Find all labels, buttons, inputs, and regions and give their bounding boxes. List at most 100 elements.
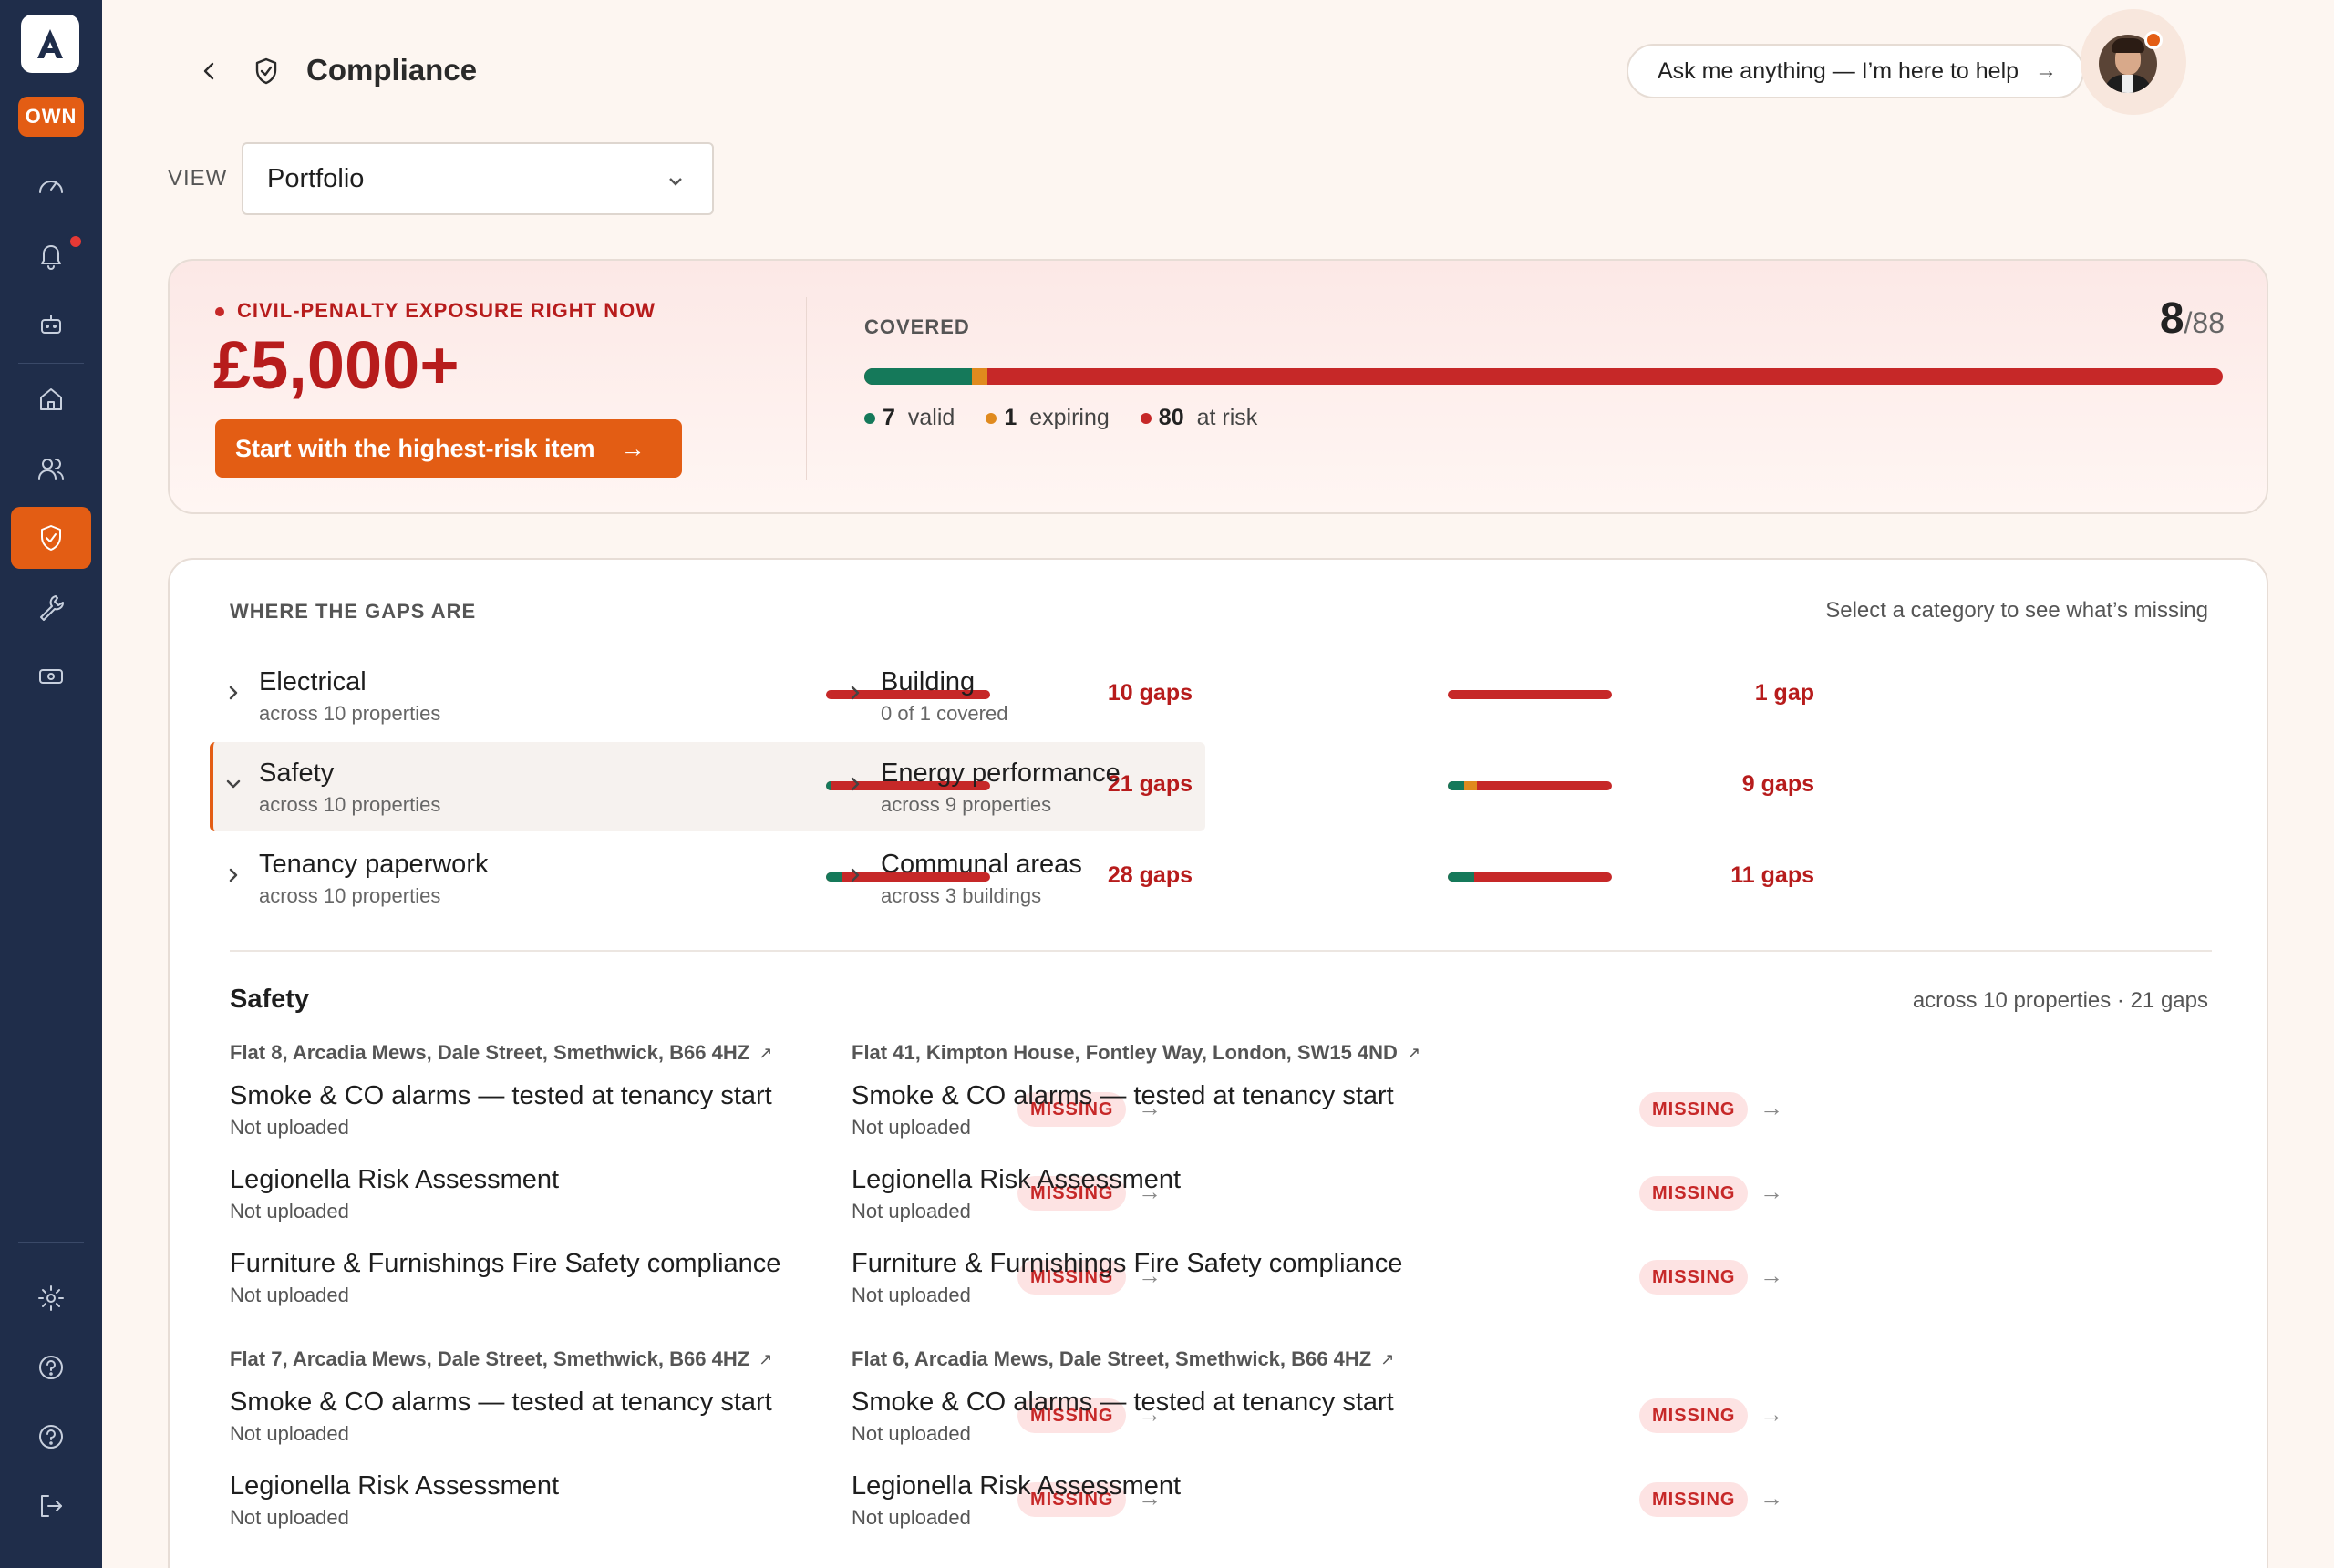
arrow-right-icon[interactable]: →	[1760, 1178, 1783, 1206]
back-button[interactable]	[193, 55, 226, 88]
notification-dot	[67, 233, 84, 250]
home-icon	[40, 388, 62, 410]
app-logo[interactable]	[21, 15, 79, 73]
chevron-right-icon	[846, 866, 864, 889]
category-sub: across 10 properties	[259, 884, 441, 907]
highest-risk-button[interactable]: Start with the highest-risk item →	[215, 419, 682, 478]
requirement-row[interactable]: Legionella Risk Assessment Not uploaded MI…	[852, 1457, 1791, 1541]
ask-placeholder: Ask me anything — I’m here to help	[1658, 57, 2019, 84]
requirement-name: Smoke & CO alarms — tested at tenancy st…	[230, 1081, 772, 1110]
category-sub: across 9 properties	[881, 793, 1052, 816]
nav-dashboard[interactable]	[11, 155, 91, 217]
category-bar-expiring	[1464, 781, 1478, 790]
property-address-link[interactable]: Flat 6, Arcadia Mews, Dale Street, Smeth…	[852, 1346, 1791, 1373]
requirement-status: Not uploaded	[230, 1284, 349, 1306]
category-name: Energy performance	[881, 758, 1121, 788]
covered-label: COVERED	[864, 315, 970, 338]
gaps-heading: WHERE THE GAPS ARE	[230, 600, 477, 623]
missing-badge: MISSING	[1639, 1176, 1749, 1211]
chevron-right-icon	[846, 684, 864, 707]
view-select[interactable]: Portfolio	[242, 142, 714, 215]
requirement-status: Not uploaded	[852, 1422, 971, 1445]
arrow-right-icon: →	[620, 434, 645, 462]
covered-value: 8	[2159, 294, 2184, 343]
property-address: Flat 6, Arcadia Mews, Dale Street, Smeth…	[852, 1347, 1372, 1370]
covered-total: /88	[2184, 306, 2225, 339]
legend-at-risk: 80 at risk	[1140, 405, 1257, 431]
category-row[interactable]: Building 0 of 1 covered 1 gap	[831, 651, 1827, 740]
category-sub: 0 of 1 covered	[881, 702, 1008, 725]
section-divider	[230, 950, 2212, 952]
arrow-right-icon[interactable]: →	[1760, 1094, 1783, 1122]
category-bar-valid	[1448, 872, 1474, 882]
category-bar	[1448, 690, 1612, 699]
chevron-left-icon	[203, 62, 214, 80]
requirement-name: Legionella Risk Assessment	[852, 1471, 1182, 1501]
missing-badge: MISSING	[1639, 1260, 1749, 1295]
nav-people[interactable]	[11, 438, 91, 500]
category-bar	[1448, 872, 1612, 882]
nav-maintenance[interactable]	[11, 576, 91, 638]
arrow-right-icon[interactable]: →	[1760, 1484, 1783, 1512]
requirement-name: Smoke & CO alarms — tested at tenancy st…	[852, 1387, 1394, 1417]
arrow-right-icon: →	[2035, 58, 2058, 83]
category-bar	[1448, 781, 1612, 790]
missing-badge: MISSING	[1639, 1092, 1749, 1127]
shield-check-icon	[255, 57, 277, 85]
requirement-status: Not uploaded	[230, 1422, 349, 1445]
arrow-right-icon[interactable]: →	[1760, 1262, 1783, 1290]
external-link-icon: ↗	[1380, 1349, 1395, 1368]
property-address-link[interactable]: Flat 41, Kimpton House, Fontley Way, Lon…	[852, 1039, 1791, 1067]
ask-assistant-input[interactable]: Ask me anything — I’m here to help →	[1627, 44, 2084, 98]
category-name: Electrical	[259, 667, 367, 696]
nav-support[interactable]	[11, 1406, 91, 1468]
avatar-status-dot	[2144, 31, 2163, 49]
gaps-hint: Select a category to see what’s missing	[1825, 598, 2208, 623]
page-icon	[248, 53, 284, 89]
requirement-status: Not uploaded	[852, 1200, 971, 1222]
users-icon	[38, 459, 64, 480]
nav-assistant[interactable]	[11, 294, 91, 356]
arrow-right-icon[interactable]: →	[1760, 1400, 1783, 1429]
category-row[interactable]: Energy performance across 9 properties 9 g…	[831, 742, 1827, 831]
requirement-row[interactable]: Smoke & CO alarms — tested at tenancy st…	[852, 1067, 1791, 1150]
requirement-name: Furniture & Furnishings Fire Safety comp…	[852, 1249, 1403, 1278]
requirement-row[interactable]: Furniture & Furnishings Fire Safety comp…	[852, 1234, 1791, 1318]
property-group: Flat 41, Kimpton House, Fontley Way, Lon…	[852, 1039, 1791, 1318]
category-bar-valid	[826, 781, 831, 790]
legend-valid: 7 valid	[864, 405, 955, 431]
category-row[interactable]: Communal areas across 3 buildings 11 gaps	[831, 833, 1827, 923]
page-title: Compliance	[306, 53, 478, 87]
wrench-icon	[40, 595, 64, 621]
question-circle-icon	[39, 1425, 63, 1449]
coverage-valid-segment	[864, 368, 973, 385]
category-bar-valid	[1448, 781, 1464, 790]
external-link-icon: ↗	[759, 1043, 773, 1062]
legend-expiring: 1 expiring	[986, 405, 1110, 431]
category-name: Tenancy paperwork	[259, 850, 489, 879]
nav-compliance[interactable]	[11, 507, 91, 569]
property-group: Flat 6, Arcadia Mews, Dale Street, Smeth…	[852, 1346, 1791, 1541]
nav-notifications[interactable]	[11, 224, 91, 286]
requirement-name: Legionella Risk Assessment	[230, 1165, 560, 1194]
requirement-name: Smoke & CO alarms — tested at tenancy st…	[230, 1387, 772, 1417]
robot-icon	[41, 315, 61, 334]
nav-properties[interactable]	[11, 368, 91, 430]
sidebar: OWN	[0, 0, 102, 1568]
chevron-right-icon	[224, 684, 243, 707]
requirement-status: Not uploaded	[852, 1284, 971, 1306]
help-circle-icon	[39, 1356, 63, 1379]
category-gap-count: 11 gaps	[1730, 862, 1814, 888]
requirement-row[interactable]: Legionella Risk Assessment Not uploaded MI…	[852, 1150, 1791, 1234]
requirement-row[interactable]: Smoke & CO alarms — tested at tenancy st…	[852, 1373, 1791, 1457]
nav-help[interactable]	[11, 1336, 91, 1398]
card-divider	[806, 297, 807, 480]
nav-settings[interactable]	[11, 1267, 91, 1329]
nav-payments[interactable]	[11, 645, 91, 707]
own-badge[interactable]: OWN	[18, 97, 84, 137]
category-sub: across 10 properties	[259, 793, 441, 816]
nav-divider	[18, 363, 84, 364]
category-name: Building	[881, 667, 976, 696]
nav-logout[interactable]	[11, 1475, 91, 1537]
category-name: Safety	[259, 758, 335, 788]
